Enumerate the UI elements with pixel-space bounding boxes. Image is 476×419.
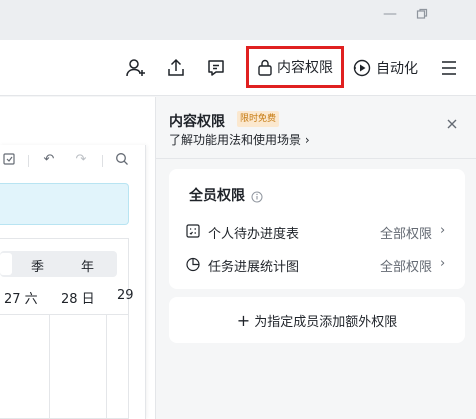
grid-line [49, 315, 50, 419]
grid-line [0, 314, 129, 315]
permission-row-level: 全部权限 [380, 227, 433, 242]
content-permission-panel: 内容权限 限时免费 了解功能用法和使用场景 › 全员权限 个人待办进度表 全部权… [155, 97, 476, 419]
lock-icon [257, 58, 273, 76]
grid-line [106, 315, 107, 419]
toolbar-divider [28, 155, 29, 167]
todo-table-icon [185, 223, 201, 239]
info-banner [0, 183, 129, 225]
permission-row-name: 个人待办进度表 [208, 227, 300, 242]
undo-icon[interactable]: ↶ [41, 152, 57, 168]
minimize-icon[interactable]: — [374, 0, 406, 28]
panel-title: 内容权限 [169, 114, 225, 130]
redo-icon[interactable]: ↷ [73, 152, 89, 168]
content-permission-label: 内容权限 [277, 60, 333, 76]
permission-row[interactable]: 任务进展统计图 全部权限 › [169, 249, 465, 279]
automation-button[interactable]: 自动化 [352, 54, 418, 82]
calendar-day: 29 [117, 288, 134, 303]
card-title: 全员权限 [189, 188, 245, 204]
menu-icon[interactable] [437, 56, 461, 80]
title-bar: — [0, 0, 476, 40]
add-member-permission-button[interactable]: + 为指定成员添加额外权限 [169, 297, 465, 343]
search-icon[interactable] [114, 152, 130, 168]
free-badge: 限时免费 [237, 111, 280, 127]
add-permission-card: + 为指定成员添加额外权限 [169, 297, 465, 343]
automation-icon [352, 58, 372, 78]
time-scale-year[interactable]: 年 [81, 256, 94, 275]
content-permission-button[interactable]: 内容权限 [246, 46, 344, 88]
learn-more-link[interactable]: 了解功能用法和使用场景 › [169, 131, 310, 148]
toolbar-divider [102, 155, 103, 167]
share-upload-icon[interactable] [164, 56, 188, 80]
permission-row-level: 全部权限 [380, 260, 433, 275]
add-member-icon[interactable] [124, 56, 148, 80]
time-scale-switch [0, 251, 117, 277]
permission-row-name: 任务进展统计图 [208, 260, 300, 275]
comment-icon[interactable] [204, 56, 228, 80]
automation-label: 自动化 [376, 61, 418, 77]
restore-icon[interactable] [406, 0, 438, 28]
calendar-day: 28 日 [61, 292, 95, 307]
add-task-icon[interactable] [2, 152, 18, 168]
panel-divider [156, 158, 476, 159]
calendar-day: 27 六 [4, 292, 38, 307]
close-icon[interactable] [444, 117, 460, 133]
time-scale-active-option[interactable] [0, 253, 12, 275]
pie-chart-icon [185, 256, 201, 272]
info-icon[interactable] [251, 188, 263, 203]
plus-icon: + [236, 310, 251, 330]
doc-header: 内容权限 自动化 [0, 40, 476, 96]
chevron-right-icon: › [440, 223, 446, 238]
chevron-right-icon: › [440, 256, 446, 271]
permission-row[interactable]: 个人待办进度表 全部权限 › [169, 216, 465, 246]
time-scale-quarter[interactable]: 季 [31, 256, 44, 275]
all-members-permission-card: 全员权限 个人待办进度表 全部权限 › 任务进展统计图 全部权限 › [169, 169, 465, 289]
add-member-permission-label: 为指定成员添加额外权限 [254, 314, 398, 330]
